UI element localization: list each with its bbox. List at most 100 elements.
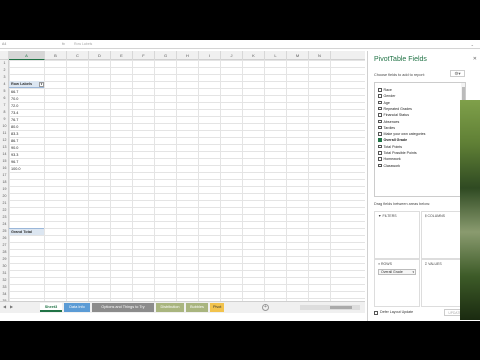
field-item[interactable]: Make your own categories bbox=[378, 131, 425, 137]
row-header[interactable]: 3 bbox=[0, 74, 9, 81]
field-item[interactable]: Total Possible Points bbox=[378, 150, 417, 156]
field-item[interactable]: Repeated Grades bbox=[378, 106, 412, 112]
column-header-n[interactable]: N bbox=[309, 51, 331, 60]
add-sheet-icon[interactable]: + bbox=[262, 304, 269, 311]
row-header[interactable]: 2 bbox=[0, 67, 9, 74]
column-header-m[interactable]: M bbox=[287, 51, 309, 60]
field-item[interactable]: Absences bbox=[378, 119, 399, 125]
grand-total-row[interactable]: Grand Total bbox=[9, 228, 45, 235]
row-header[interactable]: 24 bbox=[0, 221, 9, 228]
scrollbar-thumb[interactable] bbox=[330, 306, 352, 309]
pivot-row-value[interactable]: 100.0 bbox=[10, 166, 21, 173]
rows-field-chip[interactable]: Overall Grade ▾ bbox=[378, 269, 416, 275]
pivot-row-value[interactable]: 83.3 bbox=[10, 131, 18, 138]
field-checkbox[interactable] bbox=[378, 163, 382, 168]
pivot-row-value[interactable]: 72.0 bbox=[10, 103, 18, 110]
row-header[interactable]: 20 bbox=[0, 193, 9, 200]
sheet-tab[interactable]: Options and Things to Try bbox=[92, 303, 154, 312]
pivot-row-value[interactable]: 93.3 bbox=[10, 152, 18, 159]
row-header[interactable]: 14 bbox=[0, 151, 9, 158]
column-header-a[interactable]: A bbox=[9, 51, 45, 60]
row-header[interactable]: 15 bbox=[0, 158, 9, 165]
column-header-g[interactable]: G bbox=[155, 51, 177, 60]
row-header[interactable]: 1 bbox=[0, 60, 9, 67]
field-checkbox[interactable] bbox=[378, 94, 382, 98]
row-header[interactable]: 19 bbox=[0, 186, 9, 193]
field-checkbox[interactable] bbox=[378, 125, 382, 130]
field-checkbox[interactable] bbox=[378, 132, 382, 136]
filters-area[interactable]: ▼ FILTERS bbox=[374, 211, 420, 259]
column-header-l[interactable]: L bbox=[265, 51, 287, 60]
cell-area[interactable]: Row Labels ▾ 66.7 70.0 72.0 73.4 76.7 80.0 83.… bbox=[9, 60, 365, 305]
sheet-tab[interactable]: Bubbles bbox=[186, 303, 208, 312]
chevron-down-icon[interactable]: ⌄ bbox=[471, 42, 474, 47]
column-header-i[interactable]: I bbox=[199, 51, 221, 60]
column-header-b[interactable]: B bbox=[45, 51, 67, 60]
row-header[interactable]: 27 bbox=[0, 242, 9, 249]
field-checkbox[interactable] bbox=[378, 113, 382, 117]
column-header-h[interactable]: H bbox=[177, 51, 199, 60]
row-header[interactable]: 4 bbox=[0, 81, 9, 88]
select-all-corner[interactable] bbox=[0, 51, 9, 60]
row-header[interactable]: 13 bbox=[0, 144, 9, 151]
row-header[interactable]: 21 bbox=[0, 200, 9, 207]
pivot-row-value[interactable]: 76.7 bbox=[10, 117, 18, 124]
defer-layout-checkbox[interactable] bbox=[374, 311, 378, 315]
row-header[interactable]: 6 bbox=[0, 95, 9, 102]
chevron-down-icon[interactable]: ▾ bbox=[412, 270, 414, 275]
row-header[interactable]: 30 bbox=[0, 263, 9, 270]
field-item[interactable]: Homework bbox=[378, 156, 401, 162]
column-header-d[interactable]: D bbox=[89, 51, 111, 60]
row-header[interactable]: 5 bbox=[0, 88, 9, 95]
name-box[interactable]: A4 bbox=[2, 42, 32, 47]
field-item[interactable]: Race bbox=[378, 87, 392, 93]
row-header[interactable]: 26 bbox=[0, 235, 9, 242]
field-item[interactable]: Gender bbox=[378, 93, 396, 99]
field-item[interactable]: Total Points bbox=[378, 144, 402, 150]
row-header[interactable]: 12 bbox=[0, 137, 9, 144]
pivot-row-value[interactable]: 66.7 bbox=[10, 89, 18, 96]
field-item[interactable]: Age bbox=[378, 100, 390, 106]
formula-input[interactable]: Row Labels bbox=[74, 42, 92, 46]
horizontal-scrollbar[interactable] bbox=[300, 305, 360, 310]
close-icon[interactable]: ✕ bbox=[473, 56, 477, 62]
field-checkbox[interactable] bbox=[378, 157, 382, 161]
pivot-row-value[interactable]: 96.7 bbox=[10, 159, 18, 166]
row-header[interactable]: 31 bbox=[0, 270, 9, 277]
row-header[interactable]: 11 bbox=[0, 130, 9, 137]
column-header-f[interactable]: F bbox=[133, 51, 155, 60]
sheet-tab[interactable]: Data Info bbox=[64, 303, 90, 312]
row-header[interactable]: 8 bbox=[0, 109, 9, 116]
field-checkbox[interactable] bbox=[378, 151, 382, 155]
sheet-tab[interactable]: Pivot bbox=[210, 303, 224, 312]
pivot-row-value[interactable]: 70.0 bbox=[10, 96, 18, 103]
row-header[interactable]: 17 bbox=[0, 172, 9, 179]
row-header[interactable]: 16 bbox=[0, 165, 9, 172]
rows-area[interactable]: ≡ ROWS Overall Grade ▾ bbox=[374, 259, 420, 307]
field-checkbox[interactable] bbox=[378, 100, 382, 105]
pivot-row-value[interactable]: 86.7 bbox=[10, 138, 18, 145]
row-header[interactable]: 18 bbox=[0, 179, 9, 186]
column-header-k[interactable]: K bbox=[243, 51, 265, 60]
row-header[interactable]: 7 bbox=[0, 102, 9, 109]
field-item[interactable]: Tardies bbox=[378, 125, 395, 131]
sheet-tab[interactable]: Distribution bbox=[156, 303, 184, 312]
field-checkbox[interactable] bbox=[378, 119, 382, 123]
column-header-c[interactable]: C bbox=[67, 51, 89, 60]
tab-scroll-right-icon[interactable]: ▶ bbox=[10, 304, 13, 309]
row-header[interactable]: 23 bbox=[0, 214, 9, 221]
column-header-e[interactable]: E bbox=[111, 51, 133, 60]
row-header[interactable]: 10 bbox=[0, 123, 9, 130]
gear-icon[interactable]: ⚙▾ bbox=[450, 70, 465, 77]
field-item[interactable]: Overall Grade bbox=[378, 137, 407, 143]
row-header[interactable]: 25 bbox=[0, 228, 9, 235]
pivot-row-value[interactable]: 80.0 bbox=[10, 124, 18, 131]
tab-scroll-left-icon[interactable]: ◀ bbox=[3, 304, 6, 309]
field-checkbox[interactable] bbox=[378, 138, 382, 142]
field-checkbox[interactable] bbox=[378, 106, 382, 111]
field-item[interactable]: Classwork bbox=[378, 163, 400, 169]
pivot-row-labels-header[interactable]: Row Labels ▾ bbox=[9, 81, 45, 88]
row-header[interactable]: 9 bbox=[0, 116, 9, 123]
field-checkbox[interactable] bbox=[378, 88, 382, 92]
field-checkbox[interactable] bbox=[378, 144, 382, 149]
